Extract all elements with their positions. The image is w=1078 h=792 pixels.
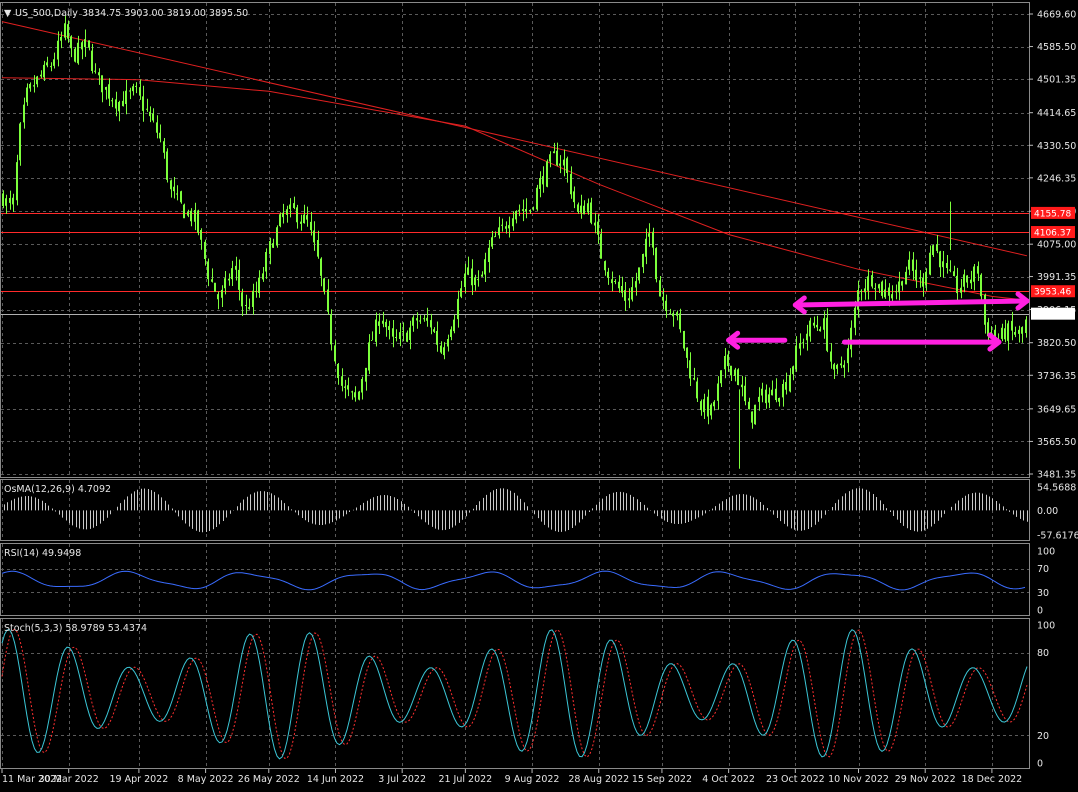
time-tick-label: 23 Oct 2022 (766, 774, 825, 785)
symbol-dropdown-icon[interactable]: ▼ (4, 8, 12, 19)
time-tick-label: 14 Jun 2022 (307, 774, 364, 785)
rsi-label: RSI(14) 49.9498 (4, 548, 81, 559)
rsi-tick-label: 0 (1037, 606, 1043, 617)
stoch-tick-label: 100 (1037, 621, 1055, 632)
stoch-tick-label: 80 (1037, 648, 1049, 659)
time-tick-label: 18 Dec 2022 (962, 774, 1023, 785)
price-tick-label: 4669.60 (1037, 10, 1076, 21)
time-tick-label: 15 Sep 2022 (632, 774, 692, 785)
rsi-tick-label: 30 (1037, 588, 1049, 599)
osma-tick-label: -57.6176 (1037, 531, 1078, 542)
price-tag-label: 3895.50 (1034, 310, 1071, 320)
time-tick-label: 29 Nov 2022 (895, 774, 956, 785)
price-tick-label: 4585.50 (1037, 42, 1076, 53)
price-tick-label: 4330.50 (1037, 141, 1076, 152)
stoch-tick-label: 0 (1037, 759, 1043, 770)
price-tag-label: 4155.78 (1034, 209, 1071, 219)
price-tick-label: 3736.35 (1037, 371, 1076, 382)
time-tick-label: 26 May 2022 (238, 774, 300, 785)
price-tag-label: 4106.37 (1034, 229, 1071, 239)
osma-tick-label: 54.5688 (1037, 483, 1076, 494)
price-tick-label: 4414.65 (1037, 108, 1076, 119)
ohlc-readout: 3834.75 3903.00 3819.00 3895.50 (82, 8, 248, 19)
time-tick-label: 8 May 2022 (178, 774, 234, 785)
symbol-label: US_500,Daily (15, 8, 78, 19)
trading-chart[interactable]: 4669.60 4585.50 4501.35 4414.65 4330.50 4246.… (0, 0, 1078, 792)
price-tick-label: 3820.50 (1037, 338, 1076, 349)
price-tick-label: 3565.50 (1037, 437, 1076, 448)
stoch-tick-label: 20 (1037, 731, 1049, 742)
price-tick-label: 3991.35 (1037, 272, 1076, 283)
osma-label: OsMA(12,26,9) 4.7092 (4, 484, 111, 495)
osma-tick-label: 0.00 (1037, 506, 1058, 517)
price-tick-label: 3481.35 (1037, 470, 1076, 481)
price-tick-label: 4246.35 (1037, 173, 1076, 184)
stoch-label: Stoch(5,3,3) 58.9789 53.4374 (4, 623, 147, 634)
rsi-tick-label: 70 (1037, 564, 1049, 575)
time-tick-label: 4 Oct 2022 (702, 774, 755, 785)
time-tick-label: 10 Nov 2022 (828, 774, 889, 785)
price-axis[interactable]: 4669.60 4585.50 4501.35 4414.65 4330.50 4246.… (1029, 10, 1076, 481)
price-tag-label: 3953.46 (1034, 288, 1071, 298)
time-tick-label: 28 Aug 2022 (568, 774, 629, 785)
time-tick-label: 19 Apr 2022 (110, 774, 169, 785)
time-tick-label: 21 Jul 2022 (438, 774, 492, 785)
time-tick-label: 30 Mar 2022 (39, 774, 99, 785)
price-tick-label: 4075.00 (1037, 240, 1076, 251)
time-tick-label: 9 Aug 2022 (505, 774, 560, 785)
price-tick-label: 3649.65 (1037, 404, 1076, 415)
price-tick-label: 4501.35 (1037, 75, 1076, 86)
rsi-tick-label: 100 (1037, 547, 1055, 558)
time-tick-label: 3 Jul 2022 (378, 774, 426, 785)
